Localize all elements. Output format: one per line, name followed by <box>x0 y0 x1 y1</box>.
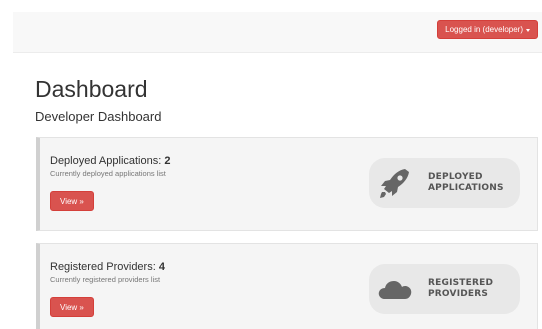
badge-line-2: APPLICATIONS <box>428 183 504 193</box>
registered-providers-count: 4 <box>158 261 165 273</box>
panel-description: Currently registered providers list <box>50 275 161 284</box>
badge-text: REGISTERED PROVIDERS <box>428 264 493 314</box>
panel-description: Currently deployed applications list <box>50 169 166 178</box>
page-subtitle: Developer Dashboard <box>35 109 162 124</box>
badge-line-1: DEPLOYED <box>428 172 483 182</box>
badge-line-2: PROVIDERS <box>428 289 489 299</box>
user-menu-button[interactable]: Logged in (developer) <box>437 20 538 39</box>
top-navbar: Logged in (developer) <box>13 12 542 53</box>
caret-down-icon <box>526 28 530 32</box>
view-providers-button[interactable]: View » <box>50 297 94 317</box>
cloud-icon <box>378 281 412 299</box>
view-applications-button[interactable]: View » <box>50 191 94 211</box>
badge-text: DEPLOYED APPLICATIONS <box>428 158 504 208</box>
page-title: Dashboard <box>35 76 148 102</box>
user-menu-label: Logged in (developer) <box>445 25 523 34</box>
panel-heading: Registered Providers: 4 <box>50 261 165 273</box>
deployed-applications-badge: DEPLOYED APPLICATIONS <box>369 158 520 208</box>
panel-heading: Deployed Applications: 2 <box>50 155 170 167</box>
panel-heading-label: Deployed Applications: <box>50 155 162 167</box>
badge-line-1: REGISTERED <box>428 278 494 288</box>
registered-providers-badge: REGISTERED PROVIDERS <box>369 264 520 314</box>
panel-heading-label: Registered Providers: <box>50 261 156 273</box>
registered-providers-panel: Registered Providers: 4 Currently regist… <box>36 243 538 329</box>
deployed-applications-count: 2 <box>164 155 171 167</box>
rocket-icon <box>380 169 409 198</box>
deployed-applications-panel: Deployed Applications: 2 Currently deplo… <box>36 137 538 231</box>
